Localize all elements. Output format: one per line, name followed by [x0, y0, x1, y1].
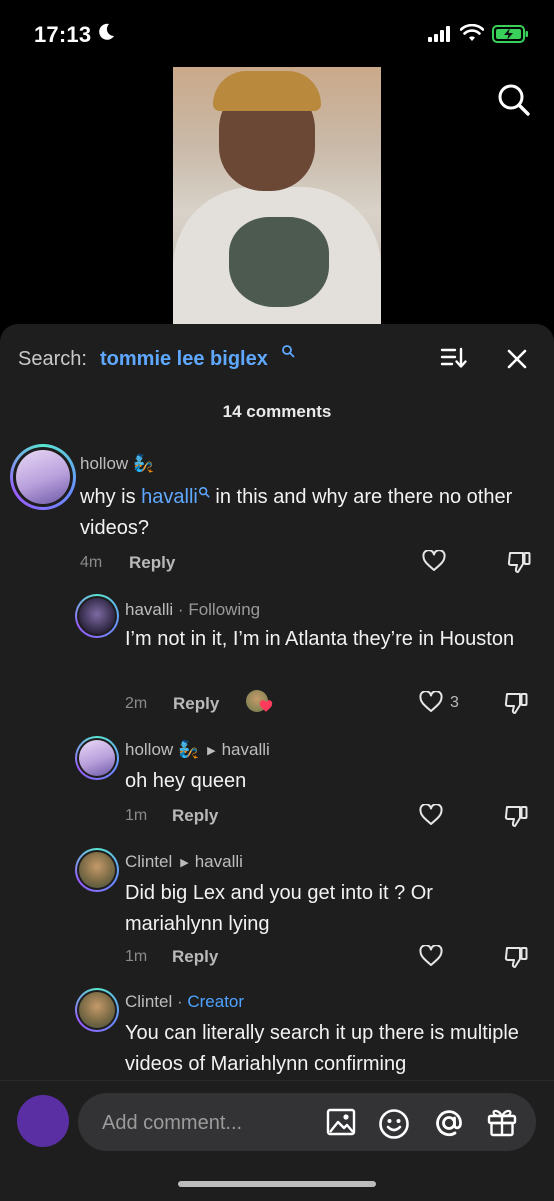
comment-text: Did big Lex and you get into it ? Or mar…: [125, 882, 433, 935]
comment-item: hollow 🧞 why is havalli in this and why …: [0, 444, 554, 584]
avatar[interactable]: [75, 594, 119, 638]
comment-time: 4m: [80, 554, 103, 571]
video-subject-beanie: [213, 71, 321, 111]
dislike-icon[interactable]: [504, 691, 530, 720]
mention-link[interactable]: havalli: [141, 486, 198, 508]
search-small-icon: [198, 486, 210, 498]
comments-sheet: Search: tommie lee biglex 14 comments ho…: [0, 324, 554, 1200]
video-shirt-graphic: [229, 217, 329, 307]
following-tag: Following: [188, 600, 261, 619]
like-heart-icon[interactable]: [419, 803, 443, 831]
comment-username[interactable]: hollow 🧞 ▶ havalli: [125, 740, 270, 760]
like-heart-icon[interactable]: [422, 549, 446, 577]
comment-username[interactable]: havalli · Following: [125, 600, 260, 620]
gift-icon[interactable]: [486, 1106, 518, 1143]
comment-text: You can literally search it up there is …: [125, 1022, 519, 1075]
my-avatar[interactable]: [17, 1095, 69, 1147]
comment-reply-item: Clintel ▶ havalli Did big Lex and you get …: [0, 846, 554, 976]
reply-button[interactable]: Reply: [129, 553, 175, 573]
comment-username[interactable]: Clintel · Creator: [125, 992, 244, 1012]
battery-charging-icon: [492, 24, 530, 49]
like-heart-icon[interactable]: [419, 690, 443, 718]
mention-icon[interactable]: [432, 1106, 466, 1145]
genie-emoji-icon: 🧞: [177, 740, 200, 759]
moon-icon: [96, 22, 116, 48]
comment-username[interactable]: hollow 🧞: [80, 454, 154, 474]
comment-time: 1m: [125, 807, 148, 824]
video-player[interactable]: [173, 67, 381, 329]
reply-button[interactable]: Reply: [172, 947, 218, 967]
comment-reply-item: Clintel · Creator You can literally sear…: [0, 986, 554, 1086]
search-term-link[interactable]: tommie lee biglex: [100, 348, 268, 371]
reply-to-username: havalli: [221, 740, 270, 759]
avatar[interactable]: [75, 848, 119, 892]
comment-input-container[interactable]: [78, 1093, 536, 1151]
search-small-icon: [281, 344, 295, 363]
dislike-icon[interactable]: [507, 550, 533, 579]
comment-time: 2m: [125, 695, 148, 712]
status-time: 17:13: [34, 22, 92, 47]
avatar[interactable]: [10, 444, 76, 510]
creator-tag: Creator: [187, 992, 245, 1011]
reply-button[interactable]: Reply: [173, 694, 219, 714]
sort-icon[interactable]: [440, 346, 468, 375]
comment-text: I’m not in it, I’m in Atlanta they’re in…: [125, 628, 515, 650]
home-indicator[interactable]: [178, 1181, 376, 1187]
reply-arrow-icon: ▶: [207, 745, 216, 757]
cellular-signal-icon: [428, 26, 454, 47]
comment-username[interactable]: Clintel ▶ havalli: [125, 852, 243, 872]
genie-emoji-icon: 🧞: [132, 454, 155, 473]
comment-time: 1m: [125, 948, 148, 965]
comment-count: 14 comments: [222, 402, 332, 421]
wifi-icon: [459, 23, 485, 47]
avatar[interactable]: [75, 988, 119, 1032]
search-button[interactable]: [496, 82, 532, 118]
status-bar: 17:13: [0, 0, 554, 66]
dislike-icon[interactable]: [504, 804, 530, 833]
reply-to-username: havalli: [194, 852, 243, 871]
avatar[interactable]: [75, 736, 119, 780]
search-label: Search:: [18, 348, 87, 370]
emoji-icon[interactable]: [378, 1108, 410, 1145]
comment-text: oh hey queen: [125, 770, 247, 792]
comment-reply-item: havalli · Following I’m not in it, I’m i…: [0, 592, 554, 722]
comment-input[interactable]: [100, 1107, 314, 1139]
reply-arrow-icon: ▶: [180, 857, 189, 869]
comments-header: Search: tommie lee biglex: [0, 324, 554, 394]
like-heart-icon[interactable]: [419, 944, 443, 972]
image-icon[interactable]: [326, 1108, 356, 1141]
comment-reply-item: hollow 🧞 ▶ havalli oh hey queen 1m Reply: [0, 734, 554, 834]
dislike-icon[interactable]: [504, 945, 530, 974]
creator-heart-icon: [259, 700, 273, 718]
close-icon[interactable]: [506, 348, 528, 375]
comment-text: why is havalli in this and why are there…: [80, 486, 513, 539]
like-count: 3: [450, 694, 459, 711]
search-icon: [498, 84, 530, 116]
reply-button[interactable]: Reply: [172, 806, 218, 826]
